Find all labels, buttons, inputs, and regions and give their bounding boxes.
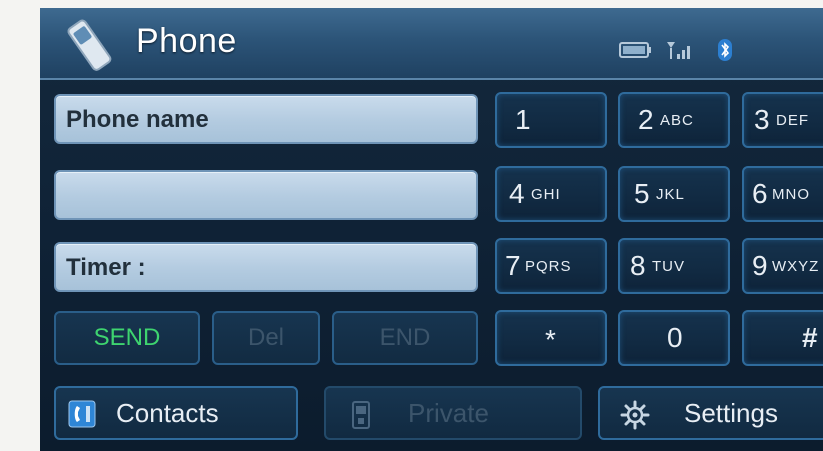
bluetooth-icon: [718, 39, 732, 61]
gear-icon: [620, 400, 650, 430]
number-display-field: [54, 170, 478, 220]
keypad-key-7[interactable]: 7 PQRS: [495, 238, 607, 294]
phone-name-field: Phone name: [54, 94, 478, 144]
battery-icon: [619, 42, 651, 58]
key-letters: MNO: [772, 186, 810, 203]
key-digit: 9: [752, 250, 768, 281]
key-letters: PQRS: [525, 258, 572, 275]
send-button[interactable]: SEND: [54, 311, 200, 365]
phone-name-label: Phone name: [66, 106, 209, 133]
contacts-book-icon: [68, 400, 96, 428]
keypad-key-2[interactable]: 2 ABC: [618, 92, 730, 148]
phone-screen: Phone Phone name Timer : 1 2 ABC 3 DEF 4…: [40, 8, 823, 451]
key-digit: 3: [754, 104, 770, 135]
keypad-key-8[interactable]: 8 TUV: [618, 238, 730, 294]
keypad-key-1[interactable]: 1: [495, 92, 607, 148]
private-button[interactable]: Private: [324, 386, 582, 440]
key-digit: *: [545, 324, 556, 355]
key-letters: JKL: [656, 186, 685, 203]
key-digit: 6: [752, 178, 768, 209]
key-digit: 2: [638, 104, 654, 135]
delete-button[interactable]: Del: [212, 311, 320, 365]
phone-handset-icon: [67, 19, 112, 71]
settings-button[interactable]: Settings: [598, 386, 823, 440]
key-digit: 1: [515, 104, 531, 135]
settings-label: Settings: [684, 398, 778, 428]
key-digit: 8: [630, 250, 646, 281]
page-title: Phone: [136, 22, 237, 60]
key-letters: DEF: [776, 112, 809, 129]
contacts-label: Contacts: [116, 398, 219, 428]
call-timer-field: Timer :: [54, 242, 478, 292]
key-letters: GHI: [531, 186, 561, 203]
title-bar: Phone: [40, 8, 823, 80]
keypad-key-star[interactable]: *: [495, 310, 607, 366]
key-digit: 4: [509, 178, 525, 209]
signal-strength-icon: [667, 42, 690, 59]
key-letters: WXYZ: [772, 258, 820, 275]
keypad-key-4[interactable]: 4 GHI: [495, 166, 607, 222]
key-letters: ABC: [660, 112, 694, 129]
key-digit: 7: [505, 250, 521, 281]
keypad-key-5[interactable]: 5 JKL: [618, 166, 730, 222]
private-label: Private: [408, 398, 489, 428]
contacts-button[interactable]: Contacts: [54, 386, 298, 440]
keypad-key-6[interactable]: 6 MNO: [742, 166, 823, 222]
timer-label: Timer :: [66, 254, 146, 281]
keypad-key-0[interactable]: 0: [618, 310, 730, 366]
key-letters: TUV: [652, 258, 685, 275]
mobile-phone-icon: [352, 401, 370, 429]
key-digit: #: [802, 322, 818, 353]
key-digit: 0: [667, 322, 683, 353]
keypad-key-9[interactable]: 9 WXYZ: [742, 238, 823, 294]
keypad-key-3[interactable]: 3 DEF: [742, 92, 823, 148]
end-call-button[interactable]: END: [332, 311, 478, 365]
key-digit: 5: [634, 178, 650, 209]
keypad-key-hash[interactable]: #: [742, 310, 823, 366]
